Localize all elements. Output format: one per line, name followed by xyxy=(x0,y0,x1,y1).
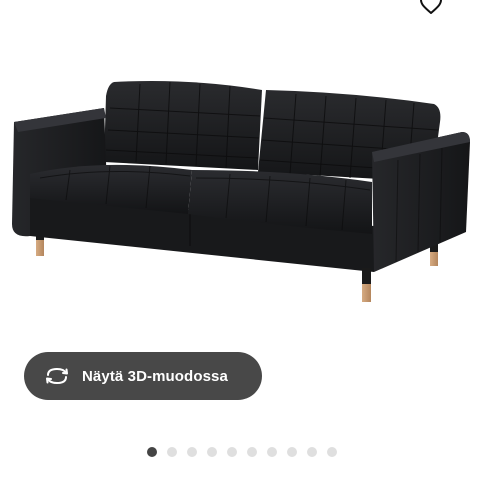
view-3d-button[interactable]: Näytä 3D-muodossa xyxy=(24,352,262,400)
carousel-dot[interactable] xyxy=(187,447,197,457)
carousel-dot[interactable] xyxy=(327,447,337,457)
carousel-dot[interactable] xyxy=(247,447,257,457)
carousel-dot[interactable] xyxy=(147,447,157,457)
rotate-3d-icon xyxy=(44,365,72,387)
carousel-dot[interactable] xyxy=(207,447,217,457)
carousel-dot[interactable] xyxy=(227,447,237,457)
carousel-dot[interactable] xyxy=(307,447,317,457)
carousel-dot[interactable] xyxy=(267,447,277,457)
view-3d-label: Näytä 3D-muodossa xyxy=(82,367,228,385)
carousel-dot[interactable] xyxy=(167,447,177,457)
front-leg-right-wood xyxy=(362,284,371,302)
back-leg-right-wood xyxy=(430,252,438,266)
back-leg-left-wood xyxy=(36,240,44,256)
carousel-pagination xyxy=(147,446,337,458)
carousel-dot[interactable] xyxy=(287,447,297,457)
product-image[interactable] xyxy=(0,0,480,340)
